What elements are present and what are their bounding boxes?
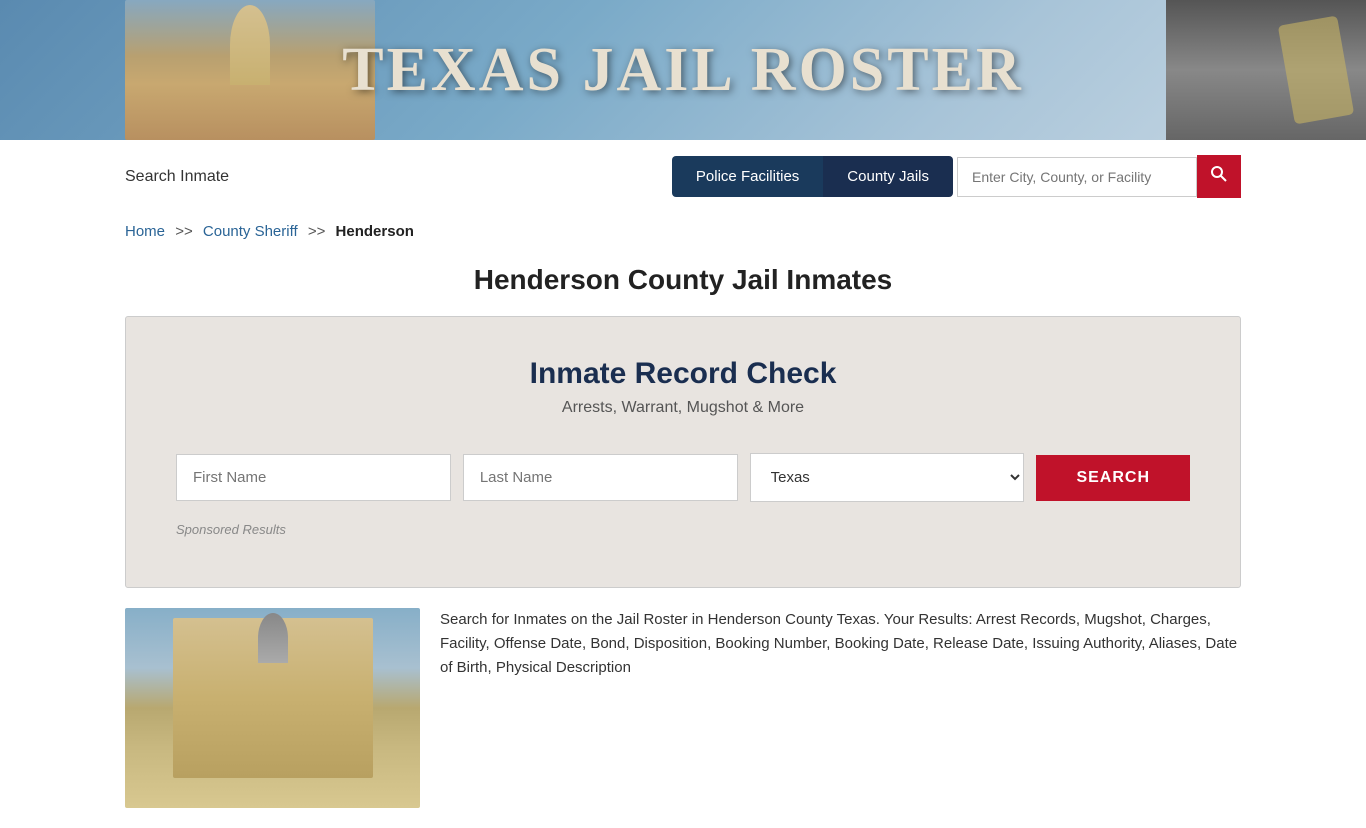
police-facilities-button[interactable]: Police Facilities [672,156,823,197]
breadcrumb-home[interactable]: Home [125,223,165,240]
search-fields: AlabamaAlaskaArizonaArkansasCaliforniaCo… [176,453,1190,502]
keys-image [1166,0,1366,140]
search-box: Inmate Record Check Arrests, Warrant, Mu… [125,316,1241,588]
capitol-image [125,0,375,140]
sponsored-label: Sponsored Results [176,522,1190,537]
breadcrumb: Home >> County Sheriff >> Henderson [0,213,1366,256]
site-title: Texas Jail Roster [342,35,1024,106]
bottom-section: Search for Inmates on the Jail Roster in… [125,608,1241,828]
search-icon [1211,166,1227,182]
page-title: Henderson County Jail Inmates [0,264,1366,296]
nav-bar: Search Inmate Police Facilities County J… [0,140,1366,213]
search-inmate-label: Search Inmate [125,168,229,186]
page-title-area: Henderson County Jail Inmates [0,256,1366,316]
courthouse-image [125,608,420,808]
breadcrumb-sep1: >> [175,223,193,240]
breadcrumb-sep2: >> [308,223,326,240]
record-check-subtitle: Arrests, Warrant, Mugshot & More [176,399,1190,417]
header-banner: Texas Jail Roster [0,0,1366,140]
facility-search-button[interactable] [1197,155,1241,198]
description-text: Search for Inmates on the Jail Roster in… [440,608,1241,808]
last-name-input[interactable] [463,454,738,501]
breadcrumb-county-sheriff[interactable]: County Sheriff [203,223,298,240]
record-check-title: Inmate Record Check [176,357,1190,391]
facility-search-input[interactable] [957,157,1197,197]
county-jails-button[interactable]: County Jails [823,156,953,197]
nav-right: Police Facilities County Jails [672,155,1241,198]
breadcrumb-current: Henderson [336,223,414,240]
state-select[interactable]: AlabamaAlaskaArizonaArkansasCaliforniaCo… [750,453,1025,502]
inmate-search-button[interactable]: SEARCH [1036,455,1190,501]
first-name-input[interactable] [176,454,451,501]
